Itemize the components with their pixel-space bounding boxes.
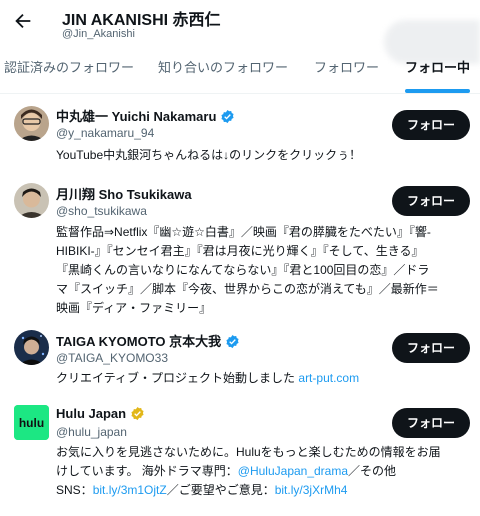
back-arrow-icon[interactable] [12,10,34,32]
tab-following[interactable]: フォロー中 [405,48,471,93]
user-name[interactable]: 中丸雄一 Yuichi Nakamaru [56,106,235,125]
user-bio: 監督作品⇒Netflix『幽☆遊☆白書』／映画『君の膵臓をたべたい』『響- HI… [56,225,439,315]
user-handle[interactable]: @hulu_japan [56,425,127,439]
verified-badge-icon [220,109,235,124]
user-bio: クリエイティブ・プロジェクト始動しました art-put.com [56,371,360,385]
follow-button[interactable]: フォロー [392,186,470,216]
profile-name: JIN AKANISHI 赤西仁 [62,12,221,29]
hulu-logo: hulu [14,405,49,440]
bio-link[interactable]: art-put.com [298,371,359,385]
tab-followers[interactable]: フォロワー [314,48,379,93]
hulu-logo-avatar[interactable]: hulu [14,405,49,440]
verified-gold-badge-icon [130,406,145,421]
user-bio: お気に入りを見逃さないために。Huluをもっと楽しむための情報をお届 けしていま… [56,445,441,497]
list-item[interactable]: TAIGA KYOMOTO 京本大我 @TAIGA_KYOMO33 クリエイティ… [0,320,480,400]
user-name[interactable]: TAIGA KYOMOTO 京本大我 [56,331,240,350]
profile-handle: @Jin_Akanishi [62,28,135,40]
svg-text:hulu: hulu [19,416,44,430]
bio-mention-link[interactable]: @HuluJapan_drama [238,464,348,478]
user-handle[interactable]: @y_nakamaru_94 [56,126,154,140]
avatar[interactable] [14,330,49,365]
avatar[interactable] [14,183,49,218]
tab-verified-followers[interactable]: 認証済みのフォロワー [4,48,134,93]
user-bio: YouTube中丸銀河ちゃんねるは↓のリンクをクリックぅ！ [56,148,362,162]
list-item[interactable]: 月川翔 Sho Tsukikawa @sho_tsukikawa 監督作品⇒Ne… [0,176,480,326]
follow-tabs: 認証済みのフォロワー 知り合いのフォロワー フォロワー フォロー中 [0,48,480,94]
follow-button[interactable]: フォロー [392,408,470,438]
list-item[interactable]: hulu Hulu Japan @hulu_japan お気に入りを見逃さないた… [0,398,480,516]
tab-followers-you-know[interactable]: 知り合いのフォロワー [158,48,288,93]
bio-link[interactable]: bit.ly/3m1OjtZ [93,483,167,497]
active-tab-indicator [405,89,471,93]
tab-following-label: フォロー中 [405,60,471,75]
bio-link[interactable]: bit.ly/3jXrMh4 [275,483,348,497]
user-name[interactable]: Hulu Japan [56,406,145,421]
follow-button[interactable]: フォロー [392,333,470,363]
avatar[interactable] [14,106,49,141]
follow-button[interactable]: フォロー [392,110,470,140]
list-item[interactable]: 中丸雄一 Yuichi Nakamaru @y_nakamaru_94 YouT… [0,96,480,176]
user-handle[interactable]: @TAIGA_KYOMO33 [56,351,168,365]
user-handle[interactable]: @sho_tsukikawa [56,204,147,218]
verified-badge-icon [225,334,240,349]
user-name[interactable]: 月川翔 Sho Tsukikawa [56,184,192,203]
profile-header: JIN AKANISHI 赤西仁 @Jin_Akanishi [0,0,480,64]
